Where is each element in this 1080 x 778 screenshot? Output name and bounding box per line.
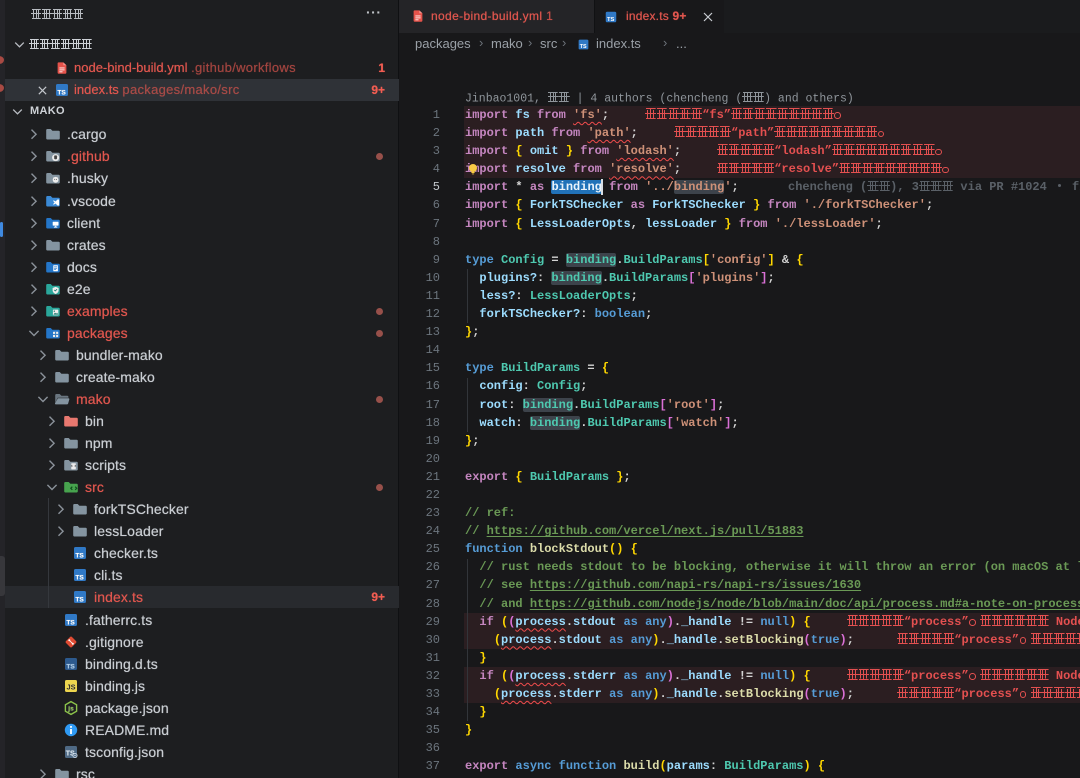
svg-text:JS: JS <box>66 682 75 691</box>
svg-text:TS: TS <box>75 597 84 604</box>
svg-text:TS: TS <box>607 17 615 23</box>
svg-text:TS: TS <box>75 575 84 582</box>
svg-text:TS: TS <box>57 89 66 96</box>
svg-text:TS: TS <box>580 44 587 50</box>
svg-text:js: js <box>67 705 74 712</box>
svg-text:TS: TS <box>75 553 84 560</box>
svg-text:TS: TS <box>66 663 75 670</box>
svg-text:TS: TS <box>66 619 75 626</box>
